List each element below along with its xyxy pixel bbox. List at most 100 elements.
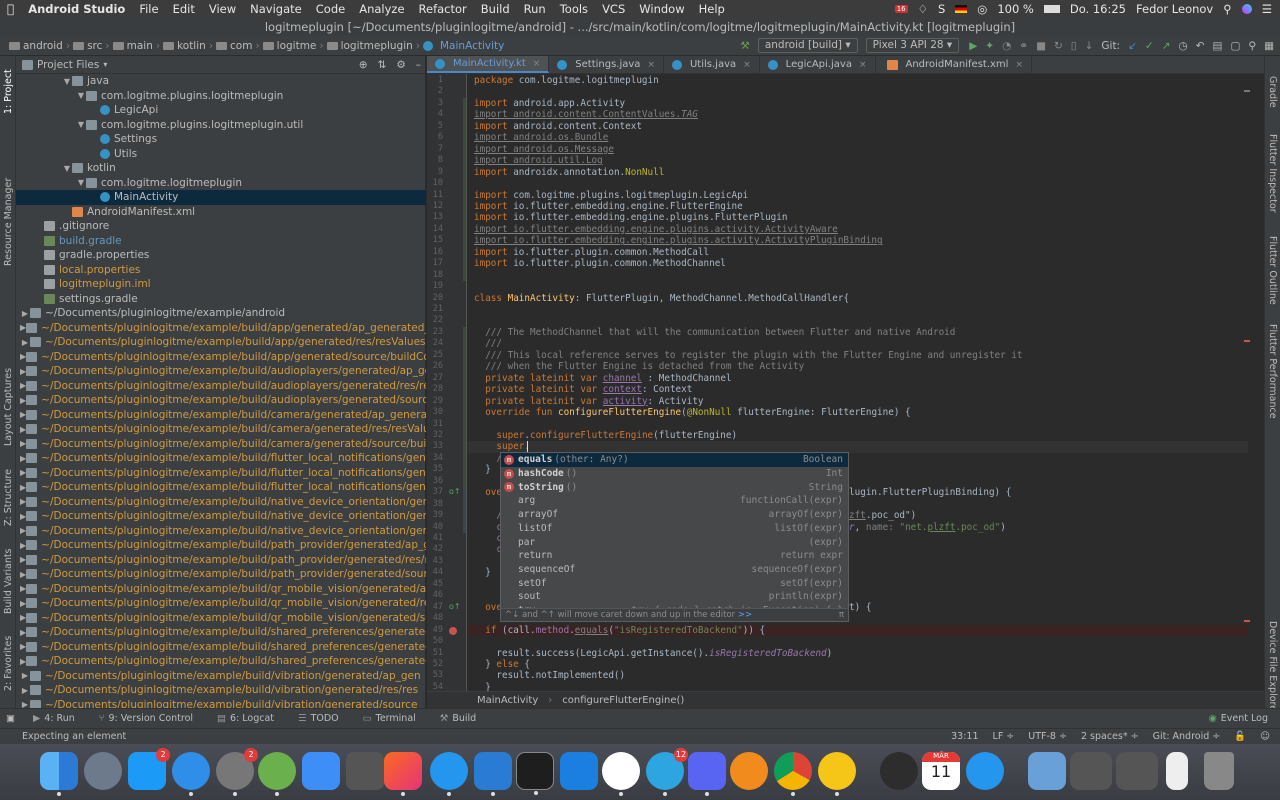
code-line[interactable]: import io.flutter.embedding.engine.plugi… [474, 212, 787, 224]
line-number[interactable]: 4 [427, 109, 443, 121]
menu-build[interactable]: Build [474, 2, 517, 16]
chevron-down-icon[interactable]: ▼ [62, 164, 72, 173]
menu-file[interactable]: File [132, 2, 165, 16]
code-line[interactable]: /// [474, 338, 502, 350]
code-line[interactable]: import io.flutter.embedding.engine.Flutt… [474, 201, 743, 213]
git-update-icon[interactable]: ↙ [1128, 40, 1137, 52]
line-number[interactable]: 7 [427, 144, 443, 156]
completion-item[interactable]: sout println(expr) [501, 590, 848, 604]
code-line[interactable]: import android.os.Message [474, 144, 614, 156]
code-line[interactable]: import android.os.Bundle [474, 132, 608, 144]
flag-icon[interactable] [955, 5, 968, 13]
launchpad-icon[interactable] [84, 752, 122, 790]
menu-code[interactable]: Code [309, 2, 352, 16]
stop-icon[interactable]: ■ [1036, 40, 1046, 52]
hammer-icon[interactable]: ⚒ [740, 40, 749, 52]
pi-icon[interactable]: π [839, 609, 844, 622]
dropbox-icon[interactable]: ♢ [918, 2, 928, 16]
line-number[interactable]: 44 [427, 567, 443, 579]
completion-item[interactable]: return return expr [501, 549, 848, 563]
chevron-down-icon[interactable]: ▼ [76, 178, 86, 187]
tree-item[interactable]: ▶ ~/Documents/pluginlogitme/example/build… [16, 321, 426, 336]
tree-item[interactable]: ▶ ~/Documents/pluginlogitme/example/build… [16, 509, 426, 524]
chevron-down-icon[interactable]: ▼ [62, 77, 72, 86]
attach-icon[interactable]: ⚭ [1019, 40, 1028, 52]
docker-icon[interactable] [430, 752, 468, 796]
line-number[interactable]: 2 [427, 86, 443, 98]
tree-item[interactable]: ▶ ~/Documents/pluginlogitme/example/build… [16, 567, 426, 582]
line-number[interactable]: 13 [427, 212, 443, 224]
breadcrumb-item[interactable]: main [110, 40, 156, 52]
tree-item[interactable]: ▶ ~/Documents/pluginlogitme/example/build… [16, 466, 426, 481]
editor-tab[interactable]: Settings.java × [549, 56, 664, 73]
completion-item[interactable]: m hashCode() Int [501, 467, 848, 481]
code-line[interactable]: class MainActivity: FlutterPlugin, Metho… [474, 293, 849, 305]
tree-item[interactable]: ▶ ~/Documents/pluginlogitme/example/andro… [16, 306, 426, 321]
notification-center-icon[interactable]: ☰ [1262, 2, 1272, 16]
tab-gradle[interactable]: Gradle [1267, 76, 1278, 108]
menu-run[interactable]: Run [517, 2, 553, 16]
structure-icon[interactable]: ▤ [1213, 40, 1223, 52]
breadcrumb-method[interactable]: configureFlutterEngine() [562, 695, 684, 706]
code-line[interactable]: result.notImplemented() [474, 670, 625, 682]
line-number[interactable]: 26 [427, 361, 443, 373]
file-encoding[interactable]: UTF-8 ÷ [1028, 731, 1067, 742]
close-icon[interactable]: × [859, 60, 867, 70]
appstore-icon[interactable]: 2 [128, 748, 170, 790]
code-line[interactable]: import io.flutter.embedding.engine.plugi… [474, 224, 838, 236]
editor-tab[interactable]: Utils.java × [664, 56, 760, 73]
device-manager-icon[interactable]: ▢ [1230, 40, 1240, 52]
line-number[interactable]: 5 [427, 121, 443, 133]
menu-tools[interactable]: Tools [553, 2, 595, 16]
tool-window-build[interactable]: ⚒ Build [428, 713, 488, 724]
line-number[interactable]: 19 [427, 281, 443, 293]
completion-item[interactable]: listOf listOf(expr) [501, 522, 848, 536]
battery-icon[interactable] [1043, 5, 1060, 13]
tree-item[interactable]: ▶ ~/Documents/pluginlogitme/example/build… [16, 408, 426, 423]
tree-item[interactable]: ▶ ~/Documents/pluginlogitme/example/build… [16, 495, 426, 510]
line-number[interactable]: 48 [427, 613, 443, 625]
line-number[interactable]: 23 [427, 327, 443, 339]
line-number[interactable]: 36 [427, 476, 443, 488]
locate-icon[interactable]: ⊕ [359, 59, 368, 71]
virtualbox-icon[interactable] [602, 752, 640, 796]
close-icon[interactable]: × [743, 60, 751, 70]
code-line[interactable]: import android.content.ContentValues.TAG [474, 109, 698, 121]
line-number[interactable]: 40 [427, 522, 443, 534]
line-number[interactable]: 27 [427, 373, 443, 385]
quicktime-icon[interactable] [880, 752, 918, 790]
tab-flutter-performance[interactable]: Flutter Performance [1267, 324, 1278, 419]
code-line[interactable]: } [474, 682, 491, 691]
chevron-right-icon[interactable]: ▶ [20, 686, 30, 695]
breadcrumb-class[interactable]: MainActivity [477, 695, 538, 706]
vcs-change-marker[interactable] [463, 326, 466, 488]
line-number[interactable]: 22 [427, 315, 443, 327]
close-icon[interactable]: × [533, 59, 541, 69]
tree-item[interactable]: ▶ ~/Documents/pluginlogitme/example/build… [16, 698, 426, 708]
git-branch[interactable]: Git: Android ÷ [1153, 731, 1221, 742]
breadcrumb-item[interactable]: logitme [260, 40, 320, 52]
tab-flutter-inspector[interactable]: Flutter Inspector [1267, 134, 1278, 213]
line-number[interactable]: 47 [427, 602, 443, 614]
breadcrumb-item[interactable]: logitmeplugin [324, 40, 416, 52]
collapse-all-icon[interactable]: ⇅ [378, 59, 387, 71]
tab-favorites[interactable]: 2: Favorites [3, 636, 14, 691]
code-line[interactable]: private lateinit var activity: Activity [474, 396, 703, 408]
line-number[interactable]: 17 [427, 258, 443, 270]
minimized-window-icon[interactable] [1070, 752, 1112, 790]
tree-item[interactable]: gradle.properties [16, 248, 426, 263]
menu-view[interactable]: View [202, 2, 243, 16]
breadcrumb-item[interactable]: android [6, 40, 66, 52]
git-push-icon[interactable]: ↗ [1162, 40, 1171, 52]
tree-item[interactable]: ▶ ~/Documents/pluginlogitme/example/build… [16, 480, 426, 495]
code-line[interactable]: private lateinit var context: Context [474, 384, 692, 396]
line-number[interactable]: 38 [427, 499, 443, 511]
tree-item[interactable]: .gitignore [16, 219, 426, 234]
apple-icon[interactable]:  [0, 2, 21, 16]
editor-tab[interactable]: AndroidManifest.xml × [876, 56, 1033, 73]
line-number[interactable]: 41 [427, 533, 443, 545]
tree-item[interactable]: logitmeplugin.iml [16, 277, 426, 292]
tree-item[interactable]: ▶ ~/Documents/pluginlogitme/example/build… [16, 640, 426, 655]
user-name[interactable]: Fedor Leonov [1136, 2, 1213, 16]
menu-help[interactable]: Help [692, 2, 732, 16]
